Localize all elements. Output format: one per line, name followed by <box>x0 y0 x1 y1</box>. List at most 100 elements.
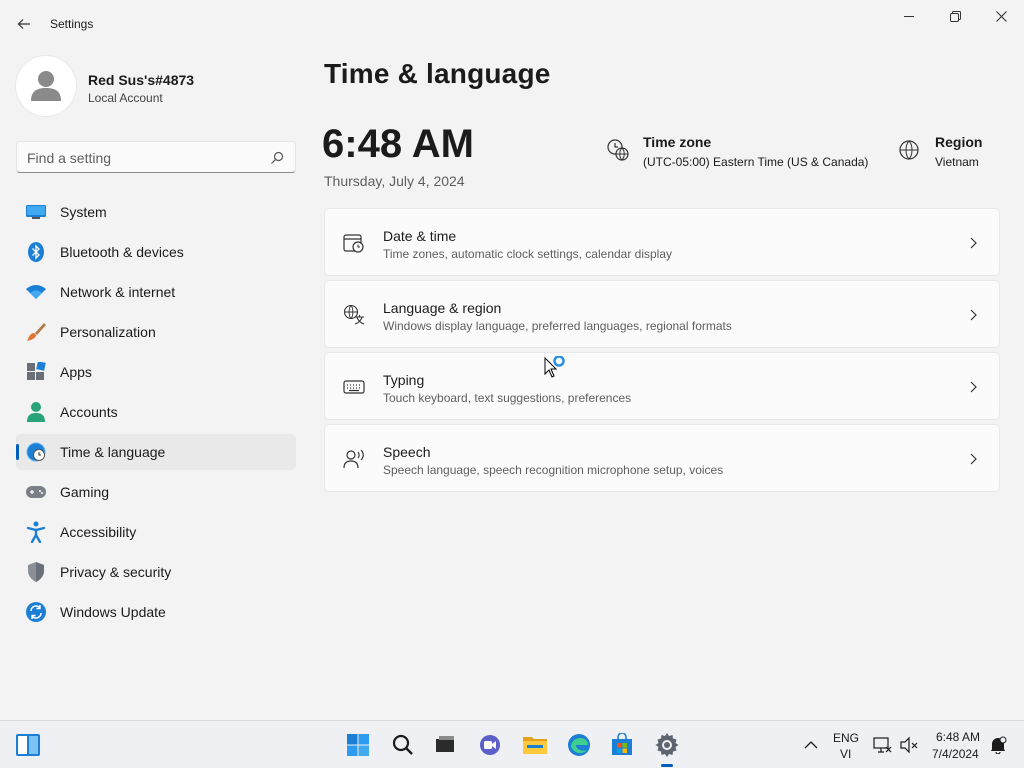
chevron-up-icon <box>804 741 818 749</box>
sidebar-item-label: Gaming <box>60 484 110 500</box>
sidebar-item-windows-update[interactable]: Windows Update <box>16 594 296 630</box>
title-bar: Settings <box>0 0 1024 48</box>
sidebar-item-gaming[interactable]: Gaming <box>16 474 296 510</box>
sidebar-item-time-language[interactable]: Time & language <box>16 434 296 470</box>
chevron-right-icon <box>970 453 977 465</box>
card-subtitle: Time zones, automatic clock settings, ca… <box>383 247 673 261</box>
start-button[interactable] <box>342 729 374 761</box>
region-label: Region <box>935 134 983 150</box>
keyboard-icon <box>343 380 365 394</box>
sidebar-item-label: Personalization <box>60 324 156 340</box>
notifications-button[interactable] <box>982 729 1014 761</box>
card-title: Date & time <box>383 228 457 244</box>
sidebar-item-accessibility[interactable]: Accessibility <box>16 514 296 550</box>
sidebar-nav: System Bluetooth & devices Network & int… <box>16 194 296 634</box>
settings-cards: Date & time Time zones, automatic clock … <box>324 208 1000 496</box>
tray-clock-time[interactable]: 6:48 AM <box>936 730 980 744</box>
wifi-icon <box>25 281 47 303</box>
notification-icon <box>991 736 1007 754</box>
card-typing[interactable]: Typing Touch keyboard, text suggestions,… <box>324 352 1000 420</box>
current-time: 6:48 AM <box>322 122 474 166</box>
time-zone-icon <box>607 139 629 161</box>
volume-muted-icon <box>900 736 918 754</box>
card-speech[interactable]: Speech Speech language, speech recogniti… <box>324 424 1000 492</box>
bluetooth-icon <box>25 241 47 263</box>
card-subtitle: Speech language, speech recognition micr… <box>383 463 724 477</box>
language-icon <box>343 304 365 325</box>
input-language-secondary[interactable]: VI <box>840 747 851 761</box>
store-icon <box>612 733 632 755</box>
chat-button[interactable] <box>474 729 506 761</box>
sidebar-item-label: System <box>60 204 107 220</box>
search-icon[interactable] <box>269 150 285 166</box>
gear-icon <box>655 733 679 757</box>
windows-logo-icon <box>347 734 369 756</box>
app-title: Settings <box>50 17 94 31</box>
widgets-button[interactable] <box>12 729 44 761</box>
sidebar-item-label: Privacy & security <box>60 564 172 580</box>
sidebar-item-apps[interactable]: Apps <box>16 354 296 390</box>
card-date-time[interactable]: Date & time Time zones, automatic clock … <box>324 208 1000 276</box>
chevron-right-icon <box>970 237 977 249</box>
user-name: Red Sus's#4873 <box>88 72 195 88</box>
sidebar-item-personalization[interactable]: Personalization <box>16 314 296 350</box>
sidebar-item-label: Windows Update <box>60 604 166 620</box>
settings-taskbar-button[interactable] <box>651 729 683 761</box>
input-language-primary[interactable]: ENG <box>833 731 859 745</box>
chat-icon <box>480 735 500 755</box>
show-hidden-icons-button[interactable] <box>795 729 827 761</box>
accessibility-icon <box>25 521 47 543</box>
sidebar-item-label: Accessibility <box>60 524 137 540</box>
tray-clock-date[interactable]: 7/4/2024 <box>932 747 979 761</box>
minimize-icon <box>903 15 914 17</box>
sidebar-item-label: Bluetooth & devices <box>60 244 184 260</box>
restore-button[interactable] <box>932 0 978 32</box>
system-icon <box>25 201 47 223</box>
search-box[interactable]: Find a setting <box>16 141 296 173</box>
edge-icon <box>568 734 590 756</box>
sidebar-item-label: Time & language <box>60 444 166 460</box>
user-profile[interactable]: Red Sus's#4873 Local Account <box>16 56 296 116</box>
page-title: Time & language <box>324 58 551 89</box>
search-icon <box>392 734 413 755</box>
close-button[interactable] <box>978 0 1024 32</box>
back-button[interactable] <box>12 12 36 36</box>
card-language-region[interactable]: Language & region Windows display langua… <box>324 280 1000 348</box>
minimize-button[interactable] <box>886 0 932 32</box>
avatar <box>16 56 76 116</box>
active-app-indicator <box>661 764 673 767</box>
sidebar-item-bluetooth[interactable]: Bluetooth & devices <box>16 234 296 270</box>
close-icon <box>995 10 1007 22</box>
task-view-button[interactable] <box>429 729 461 761</box>
chevron-right-icon <box>970 381 977 393</box>
file-explorer-button[interactable] <box>519 729 551 761</box>
sidebar-item-label: Accounts <box>60 404 118 420</box>
region-value: Vietnam <box>935 155 979 169</box>
shield-icon <box>25 561 47 583</box>
edge-button[interactable] <box>563 729 595 761</box>
store-button[interactable] <box>606 729 638 761</box>
sidebar-item-network[interactable]: Network & internet <box>16 274 296 310</box>
card-title: Speech <box>383 444 431 460</box>
globe-icon <box>899 140 919 160</box>
person-icon <box>25 401 47 423</box>
widgets-icon <box>16 734 40 756</box>
calendar-clock-icon <box>343 234 364 253</box>
volume-button[interactable] <box>893 729 925 761</box>
current-date: Thursday, July 4, 2024 <box>324 173 465 189</box>
sidebar-item-privacy[interactable]: Privacy & security <box>16 554 296 590</box>
sidebar-item-system[interactable]: System <box>16 194 296 230</box>
search-input[interactable]: Find a setting <box>27 150 111 166</box>
search-taskbar-button[interactable] <box>387 729 419 761</box>
back-arrow-icon <box>17 19 30 29</box>
time-zone-label: Time zone <box>643 134 712 150</box>
restore-icon <box>949 10 961 22</box>
gamepad-icon <box>25 481 47 503</box>
card-subtitle: Windows display language, preferred lang… <box>383 319 732 333</box>
globe-clock-icon <box>25 441 47 463</box>
sidebar-item-label: Network & internet <box>60 284 176 300</box>
time-zone-value: (UTC-05:00) Eastern Time (US & Canada) <box>643 155 869 169</box>
sidebar-item-label: Apps <box>60 364 92 380</box>
sidebar-item-accounts[interactable]: Accounts <box>16 394 296 430</box>
brush-icon <box>25 321 47 343</box>
